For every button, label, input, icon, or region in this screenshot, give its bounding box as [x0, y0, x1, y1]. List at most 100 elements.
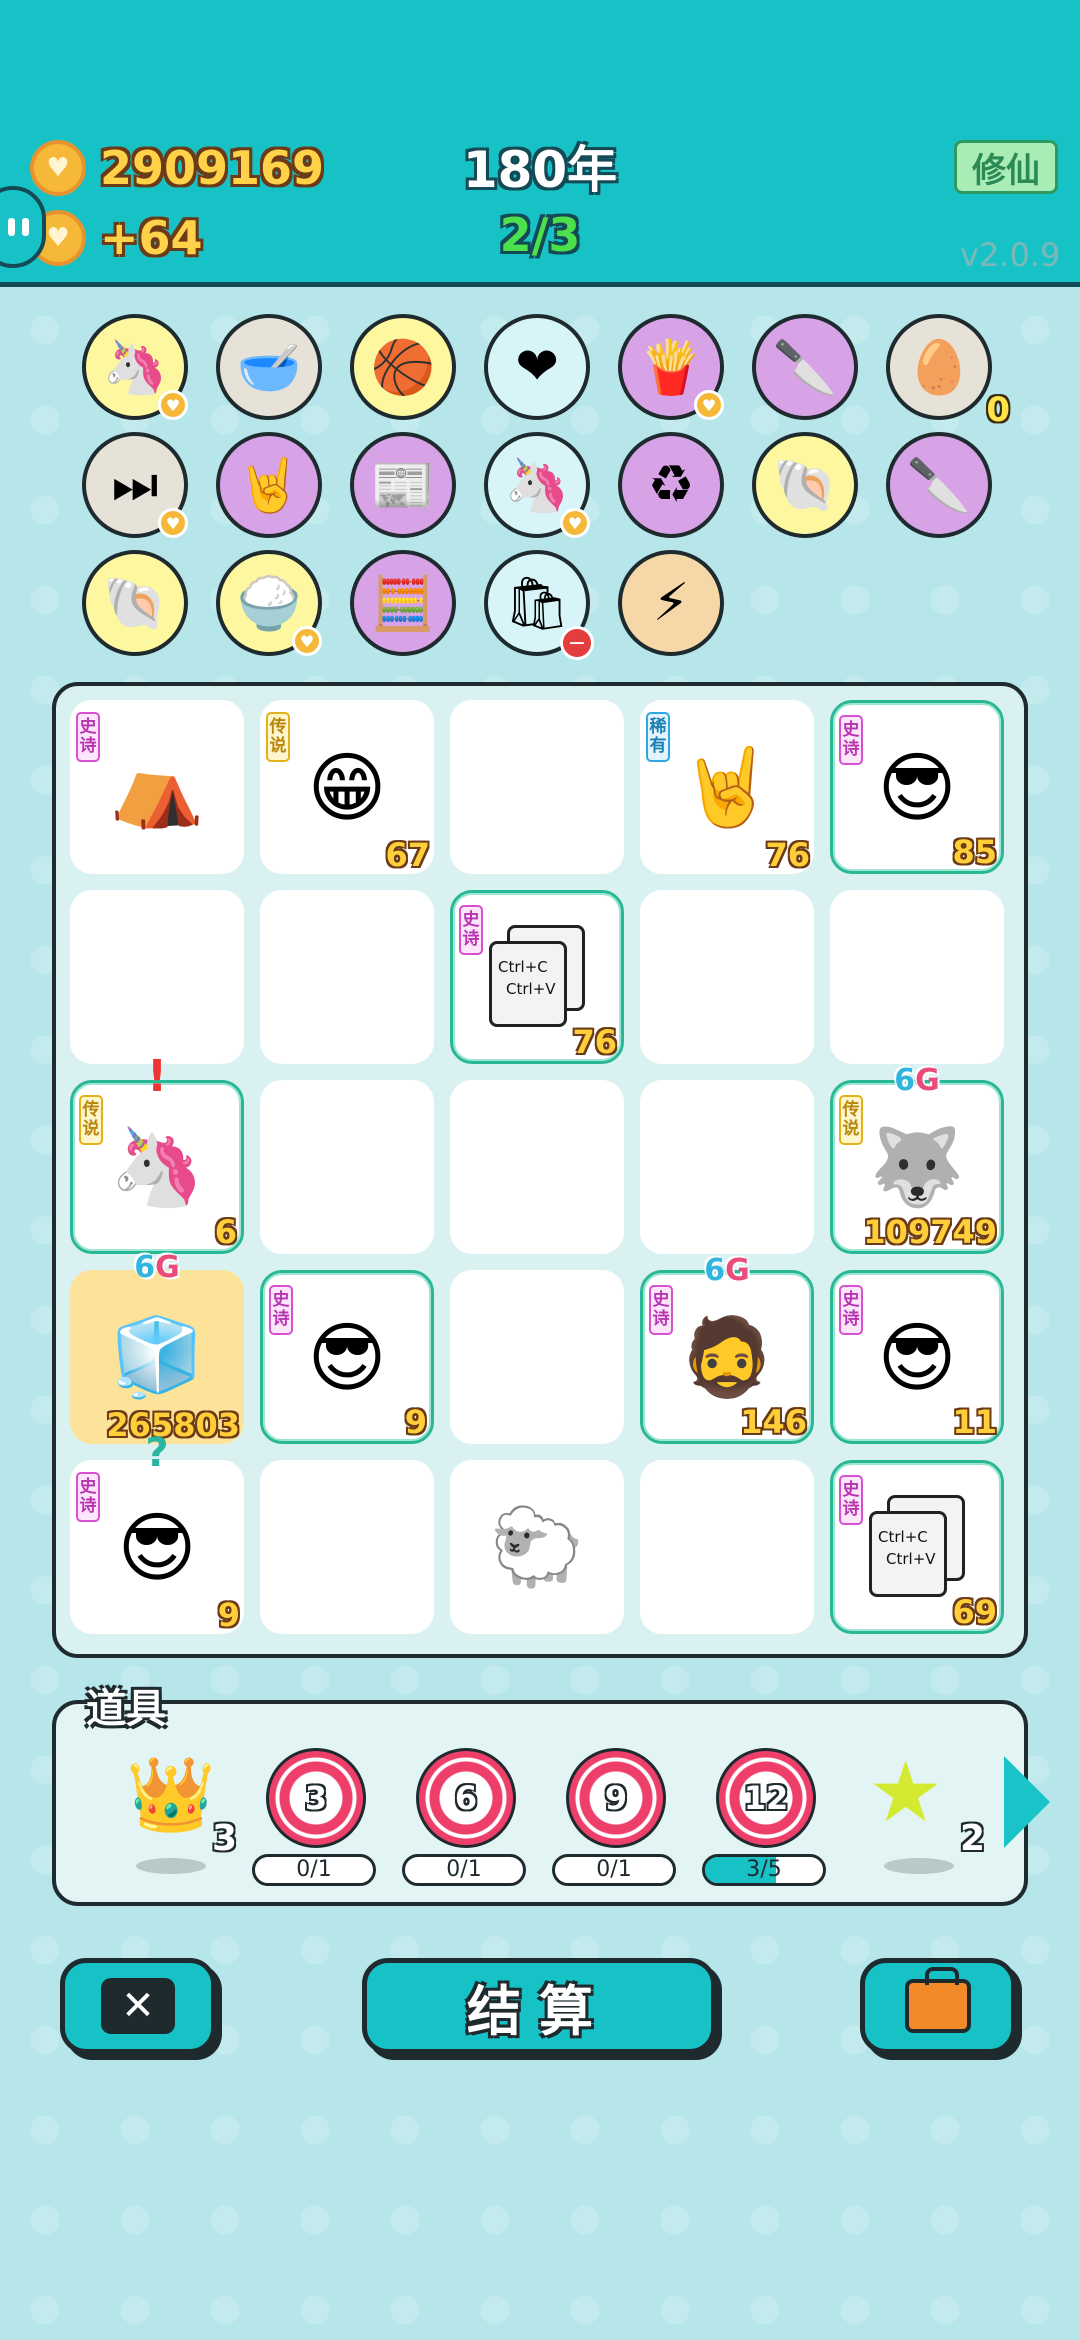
green-hat-symbol-icon: 😎: [307, 1312, 387, 1402]
dog-bowl-item-icon: 🥣: [236, 337, 302, 398]
target-value: 9: [604, 1779, 628, 1817]
target-tool[interactable]: 12 3/5: [702, 1748, 832, 1898]
recycle-item-icon: ♻: [647, 455, 695, 515]
page-front: Ctrl+C Ctrl+V: [489, 941, 567, 1027]
green-hat-symbol-icon: 😎: [877, 1312, 957, 1402]
copy-label: Ctrl+C: [498, 958, 548, 976]
twin-unicorns-item[interactable]: 🦄 ♥: [484, 432, 590, 538]
xiuxian-button[interactable]: 修仙: [954, 140, 1058, 194]
remove-badge-icon[interactable]: −: [560, 626, 594, 660]
rarity-tag: 传说: [839, 1095, 863, 1145]
egg-tray-item[interactable]: 🥚 0: [886, 314, 1010, 430]
dog-bowl-item[interactable]: 🥣: [216, 314, 322, 420]
trash-bag-item[interactable]: 🛍 −: [484, 550, 594, 660]
rock-hand-symbol[interactable]: 稀有 🤘 76: [640, 700, 814, 874]
recycle-item[interactable]: ♻: [618, 432, 724, 538]
cleaver-item-2-icon: 🔪: [906, 455, 972, 516]
empty-cell[interactable]: [260, 890, 434, 1064]
empty-cell[interactable]: [450, 700, 624, 874]
close-icon: ✕: [101, 1978, 175, 2034]
coin-income-row: ♥ +64: [30, 210, 203, 266]
target-progress: 0/1: [252, 1854, 376, 1886]
lightning-item[interactable]: ⚡: [618, 550, 724, 656]
unicorn-item[interactable]: 🦄 ♥: [82, 314, 188, 420]
tools-title: 道具: [86, 1686, 166, 1732]
empty-cell[interactable]: [640, 1460, 814, 1634]
basketballs-item[interactable]: 🏀: [350, 314, 456, 420]
shell-item-2[interactable]: 🐚: [82, 550, 188, 656]
rice-bowl-item[interactable]: 🍚 ♥: [216, 550, 322, 656]
briefcase-icon: [905, 1967, 971, 2033]
fries-item[interactable]: 🍟 ♥: [618, 314, 724, 420]
math-head-item[interactable]: 🧮: [350, 550, 456, 656]
rarity-tag: 稀有: [646, 712, 670, 762]
empty-cell[interactable]: [640, 1080, 814, 1254]
bald-glasses-symbol[interactable]: 传说 😁 67: [260, 700, 434, 874]
empty-cell[interactable]: [450, 1270, 624, 1444]
crown-count: 3: [212, 1818, 238, 1859]
coin-icon: ♥: [30, 140, 86, 196]
target-progress: 0/1: [552, 1854, 676, 1886]
fridge-symbol[interactable]: 🧊 265803 6G: [70, 1250, 244, 1444]
question-mark: ?: [145, 1430, 169, 1476]
target-tool[interactable]: 9 0/1: [552, 1748, 682, 1898]
husky-king-symbol[interactable]: 传说 🐺 109749 6G: [830, 1063, 1004, 1254]
empty-cell[interactable]: [640, 890, 814, 1064]
time-magazine-item[interactable]: 📰: [350, 432, 456, 538]
green-hat-symbol[interactable]: 史诗 😎 9?: [70, 1430, 244, 1634]
shell-item[interactable]: 🐚: [752, 432, 858, 538]
rock-hand-item[interactable]: 🤘: [216, 432, 322, 538]
rarity-tag: 史诗: [649, 1285, 673, 1335]
copy-paste-icon: Ctrl+C Ctrl+V: [869, 1495, 965, 1599]
copy-paste-symbol[interactable]: 史诗 Ctrl+C Ctrl+V 69: [830, 1460, 1004, 1634]
empty-cell[interactable]: [830, 890, 1004, 1064]
rarity-tag: 史诗: [839, 1285, 863, 1335]
empty-cell[interactable]: [450, 1080, 624, 1254]
rarity-tag: 史诗: [459, 905, 483, 955]
target-tool[interactable]: 3 0/1: [252, 1748, 382, 1898]
tools-next-arrow-icon[interactable]: [1004, 1756, 1050, 1848]
coin-income: +64: [100, 211, 203, 265]
tent-symbol[interactable]: 史诗 ⛺: [70, 700, 244, 874]
progress-text: 0/1: [296, 1857, 332, 1882]
skip-item-icon: ⏭: [111, 454, 159, 515]
target-tool[interactable]: 6 0/1: [402, 1748, 532, 1898]
shell-item-icon: 🐚: [772, 455, 838, 516]
symbol-value: 11: [952, 1403, 997, 1441]
green-hat-symbol[interactable]: 史诗 😎 9: [260, 1270, 434, 1444]
skip-item[interactable]: ⏭ ♥: [82, 432, 188, 538]
trash-bag-item-icon: 🛍: [503, 573, 570, 634]
unicorn-symbol[interactable]: 传说 🦄 6!: [70, 1051, 244, 1254]
target-icon: 9: [566, 1748, 666, 1848]
basketballs-item-icon: 🏀: [370, 337, 436, 398]
cleaver-item-2[interactable]: 🔪: [886, 432, 992, 538]
crown-tool[interactable]: 👑 3: [116, 1748, 246, 1898]
year-counter: 180年: [462, 141, 618, 199]
heart-badge-icon: ♥: [158, 508, 188, 538]
green-hat-symbol[interactable]: 史诗 😎 85: [830, 700, 1004, 874]
symbol-value: 85: [952, 833, 997, 871]
heart-badge-icon: ♥: [560, 508, 590, 538]
star-tool[interactable]: ★ 2: [864, 1743, 994, 1898]
bearded-man-symbol[interactable]: 史诗 🧔 146 6G: [640, 1253, 814, 1444]
sheep-symbol[interactable]: 🐑: [450, 1460, 624, 1634]
settle-button[interactable]: 结算: [362, 1958, 716, 2054]
symbol-value: 146: [740, 1403, 807, 1441]
green-hat-symbol[interactable]: 史诗 😎 11: [830, 1270, 1004, 1444]
cleaver-item[interactable]: 🔪: [752, 314, 858, 420]
empty-cell[interactable]: [260, 1460, 434, 1634]
paste-label: Ctrl+V: [886, 1550, 936, 1568]
rarity-tag: 传说: [79, 1095, 103, 1145]
copy-paste-symbol[interactable]: 史诗 Ctrl+C Ctrl+V 76: [450, 890, 624, 1064]
empty-cell[interactable]: [70, 890, 244, 1064]
bald-glasses-symbol-icon: 😁: [307, 742, 387, 832]
lightning-item-icon: ⚡: [652, 573, 690, 633]
tent-symbol-icon: ⛺: [109, 742, 205, 831]
target-progress: 3/5: [702, 1854, 826, 1886]
target-value: 6: [454, 1779, 478, 1817]
empty-cell[interactable]: [260, 1080, 434, 1254]
inventory-button[interactable]: [860, 1958, 1016, 2054]
close-button[interactable]: ✕: [60, 1958, 216, 2054]
progress-text: 0/1: [596, 1857, 632, 1882]
heart-fan-item[interactable]: ❤: [484, 314, 590, 420]
